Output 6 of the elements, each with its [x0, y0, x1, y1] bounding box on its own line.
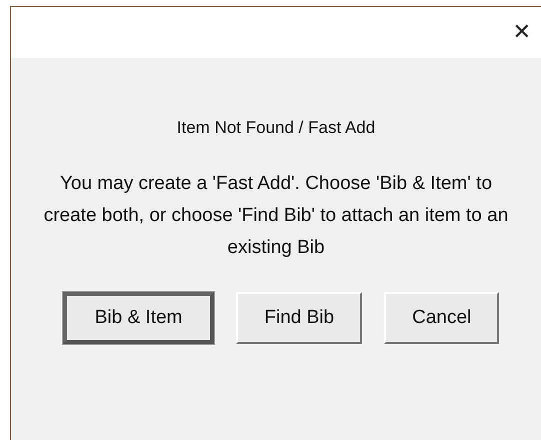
dialog-button[interactable]: Bib & Item	[62, 292, 214, 344]
close-button[interactable]: ✕	[508, 20, 535, 45]
dialog-heading: Item Not Found / Fast Add	[176, 118, 376, 138]
dialog-button[interactable]: Find Bib	[236, 292, 362, 344]
dialog-message: You may create a 'Fast Add'. Choose 'Bib & Item' to create both, or choose 'Find Bib' to attach an item to an existing Bib	[42, 172, 510, 260]
dialog-button[interactable]: Cancel	[384, 292, 500, 344]
